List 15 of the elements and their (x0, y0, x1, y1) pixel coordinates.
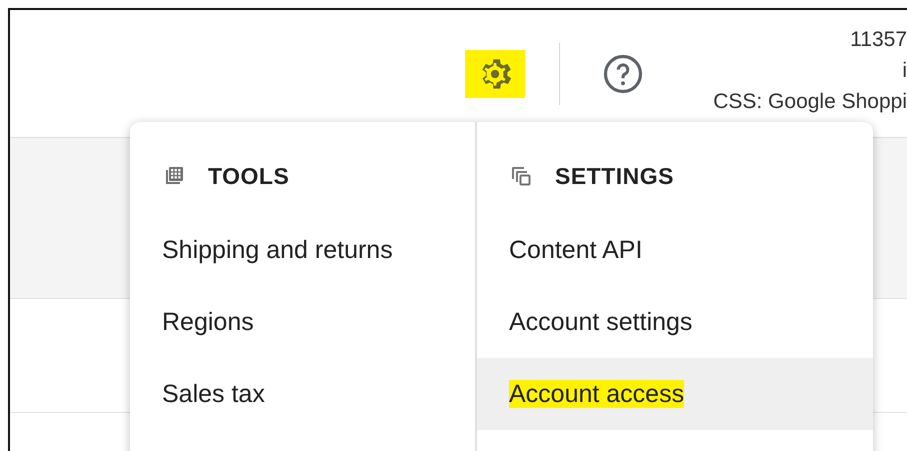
section-title: TOOLS (208, 162, 290, 190)
help-button[interactable] (602, 52, 644, 94)
help-icon (602, 52, 644, 94)
settings-button[interactable] (465, 50, 525, 98)
menu-item[interactable]: Content API (477, 214, 873, 286)
account-info: 11357 (850, 27, 907, 53)
account-info: CSS: Google Shoppi (713, 89, 907, 115)
menu-item[interactable]: Regions (130, 286, 475, 358)
menu-item[interactable]: Sales tax (130, 358, 475, 430)
menu-item[interactable]: Shipping and returns (130, 214, 475, 286)
account-info: i (902, 58, 907, 84)
menu-item[interactable]: Account settings (477, 286, 873, 358)
menu-item[interactable]: Account access (477, 358, 873, 430)
copy-icon (509, 164, 533, 188)
section-title: SETTINGS (555, 162, 674, 190)
